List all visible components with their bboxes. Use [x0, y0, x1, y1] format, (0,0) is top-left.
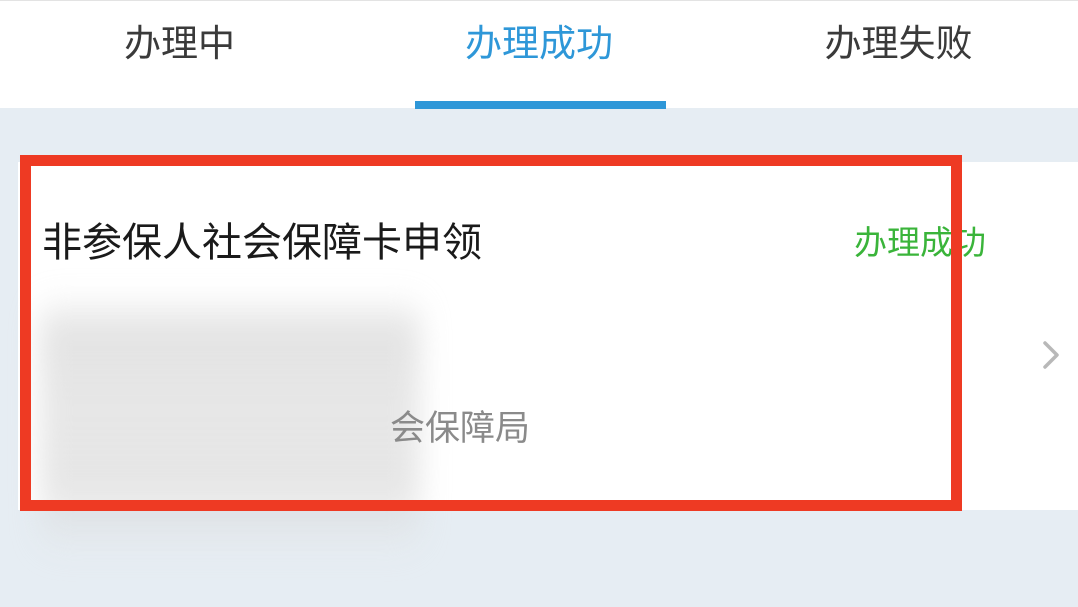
tab-bar: 办理中 办理成功 办理失败: [0, 0, 1078, 109]
tab-label: 办理中: [124, 22, 235, 65]
application-card[interactable]: 非参保人社会保障卡申领 办理成功 会保障局: [18, 162, 1078, 552]
tab-label: 办理成功: [465, 22, 613, 65]
active-tab-indicator: [415, 101, 666, 109]
tab-in-progress[interactable]: 办理中: [0, 1, 359, 109]
redacted-details: [40, 292, 420, 552]
chevron-right-icon[interactable]: [1036, 338, 1066, 372]
tab-label: 办理失败: [824, 22, 973, 65]
card-organization: 会保障局: [390, 409, 531, 449]
status-badge: 办理成功: [854, 223, 986, 262]
tab-success[interactable]: 办理成功: [359, 1, 719, 109]
tab-failed[interactable]: 办理失败: [719, 1, 1078, 109]
card-title: 非参保人社会保障卡申领: [42, 220, 482, 266]
